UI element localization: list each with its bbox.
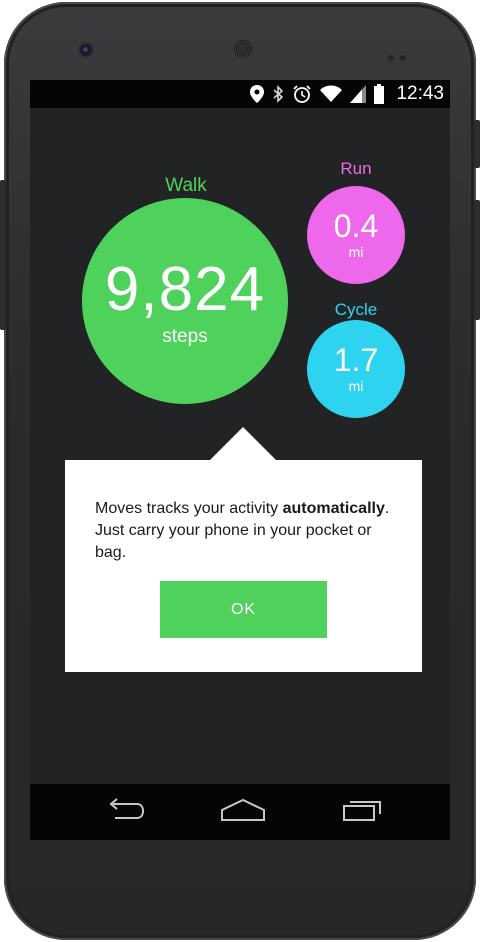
dialog-emphasis: automatically bbox=[282, 500, 385, 517]
run-circle[interactable]: 0.4 mi bbox=[307, 186, 405, 284]
run-label: Run bbox=[340, 159, 372, 178]
phone-frame: 12:43 Walk 9,824 steps Run 0.4 mi Cycle … bbox=[4, 2, 476, 940]
walk-steps-value: 9,824 bbox=[104, 255, 266, 324]
home-button[interactable] bbox=[213, 794, 273, 830]
run-distance-unit: mi bbox=[348, 244, 364, 260]
wifi-icon bbox=[320, 85, 343, 103]
cycle-circle[interactable]: 1.7 mi bbox=[307, 320, 405, 418]
back-icon bbox=[103, 798, 145, 826]
dialog-pointer bbox=[210, 427, 276, 460]
back-button[interactable] bbox=[94, 794, 154, 830]
volume-rocker bbox=[0, 180, 6, 330]
battery-icon bbox=[374, 84, 385, 104]
home-icon bbox=[220, 798, 266, 826]
walk-circle[interactable]: 9,824 steps bbox=[82, 198, 288, 404]
signal-icon bbox=[350, 85, 367, 103]
cycle-label: Cycle bbox=[334, 300, 378, 319]
onboarding-dialog: Moves tracks your activity automatically… bbox=[65, 460, 422, 672]
location-icon bbox=[250, 85, 265, 103]
screen: 12:43 Walk 9,824 steps Run 0.4 mi Cycle … bbox=[30, 80, 450, 840]
recents-button[interactable] bbox=[333, 794, 393, 830]
front-camera bbox=[80, 44, 92, 56]
navigation-bar bbox=[30, 784, 450, 840]
power-button bbox=[474, 200, 480, 320]
status-time: 12:43 bbox=[396, 83, 444, 104]
alarm-icon bbox=[292, 84, 312, 104]
cycle-distance-unit: mi bbox=[348, 378, 364, 394]
dialog-message: Moves tracks your activity automatically… bbox=[95, 500, 390, 561]
walk-label: Walk bbox=[165, 175, 207, 196]
earpiece-speaker bbox=[233, 39, 253, 59]
run-distance-value: 0.4 bbox=[333, 208, 379, 244]
sensors bbox=[388, 46, 412, 61]
ok-button[interactable]: OK bbox=[160, 581, 327, 638]
status-bar: 12:43 bbox=[30, 80, 450, 108]
bluetooth-icon bbox=[272, 85, 284, 103]
cycle-distance-value: 1.7 bbox=[333, 342, 379, 378]
walk-steps-unit: steps bbox=[162, 326, 208, 347]
recents-icon bbox=[342, 798, 384, 826]
side-button-upper bbox=[474, 120, 480, 168]
